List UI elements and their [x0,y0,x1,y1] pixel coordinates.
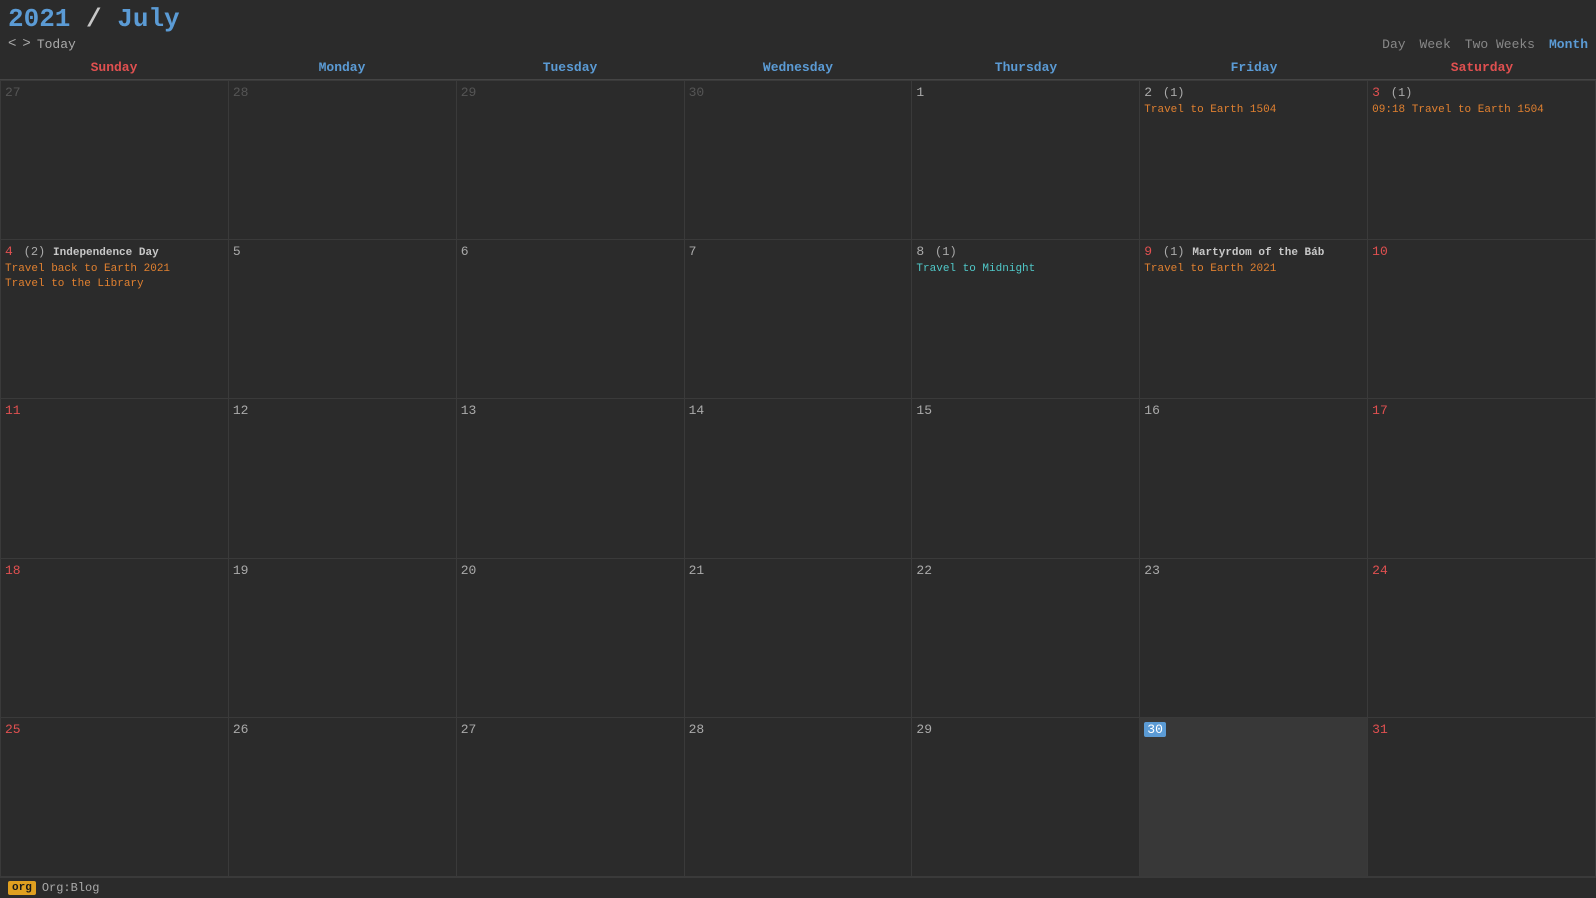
footer-label: Org:Blog [42,881,100,895]
table-row[interactable]: 21 [685,559,913,718]
list-item[interactable]: Travel to Earth 1504 [1144,103,1363,117]
table-row[interactable]: 2 (1) Travel to Earth 1504 [1140,81,1368,240]
prev-button[interactable]: < [8,36,16,52]
table-row[interactable]: 7 [685,240,913,399]
table-row[interactable]: 19 [229,559,457,718]
table-row[interactable]: 29 [912,718,1140,877]
table-row[interactable]: 30 [1140,718,1368,877]
day-headers: Sunday Monday Tuesday Wednesday Thursday… [0,56,1596,80]
table-row[interactable]: 8 (1) Travel to Midnight [912,240,1140,399]
table-row[interactable]: 12 [229,399,457,558]
table-row[interactable]: 6 [457,240,685,399]
footer: org Org:Blog [0,877,1596,898]
table-row[interactable]: 26 [229,718,457,877]
day-header-tuesday: Tuesday [456,56,684,79]
table-row[interactable]: 29 [457,81,685,240]
next-button[interactable]: > [22,36,30,52]
view-switcher: Day Week Two Weeks Month [1382,37,1588,52]
table-row[interactable]: 20 [457,559,685,718]
table-row[interactable]: 11 [1,399,229,558]
view-month[interactable]: Month [1549,37,1588,52]
list-item[interactable]: 09:18 Travel to Earth 1504 [1372,103,1591,117]
today-button[interactable]: Today [37,37,76,52]
table-row[interactable]: 9 (1) Martyrdom of the Báb Travel to Ear… [1140,240,1368,399]
page-title: 2021 / July [8,4,180,34]
day-header-thursday: Thursday [912,56,1140,79]
footer-tag[interactable]: org [8,881,36,895]
table-row[interactable]: 16 [1140,399,1368,558]
list-item[interactable]: Travel to Midnight [916,262,1135,276]
table-row[interactable]: 14 [685,399,913,558]
table-row[interactable]: 18 [1,559,229,718]
table-row[interactable]: 13 [457,399,685,558]
list-item[interactable]: Travel back to Earth 2021 [5,262,224,276]
table-row[interactable]: 17 [1368,399,1596,558]
day-header-saturday: Saturday [1368,56,1596,79]
table-row[interactable]: 5 [229,240,457,399]
view-two-weeks[interactable]: Two Weeks [1465,37,1535,52]
table-row[interactable]: 15 [912,399,1140,558]
table-row[interactable]: 27 [1,81,229,240]
table-row[interactable]: 10 [1368,240,1596,399]
table-row[interactable]: 4 (2) Independence Day Travel back to Ea… [1,240,229,399]
table-row[interactable]: 28 [229,81,457,240]
view-day[interactable]: Day [1382,37,1405,52]
day-header-friday: Friday [1140,56,1368,79]
table-row[interactable]: 30 [685,81,913,240]
table-row[interactable]: 27 [457,718,685,877]
table-row[interactable]: 23 [1140,559,1368,718]
list-item[interactable]: Travel to Earth 2021 [1144,262,1363,276]
table-row[interactable]: 3 (1) 09:18 Travel to Earth 1504 [1368,81,1596,240]
day-header-wednesday: Wednesday [684,56,912,79]
table-row[interactable]: 25 [1,718,229,877]
table-row[interactable]: 28 [685,718,913,877]
table-row[interactable]: 31 [1368,718,1596,877]
calendar-grid: 27 28 29 30 1 2 (1) Travel to Earth 1504… [0,80,1596,877]
table-row[interactable]: 22 [912,559,1140,718]
table-row[interactable]: 24 [1368,559,1596,718]
day-header-monday: Monday [228,56,456,79]
table-row[interactable]: 1 [912,81,1140,240]
day-header-sunday: Sunday [0,56,228,79]
view-week[interactable]: Week [1420,37,1451,52]
list-item[interactable]: Travel to the Library [5,277,224,291]
